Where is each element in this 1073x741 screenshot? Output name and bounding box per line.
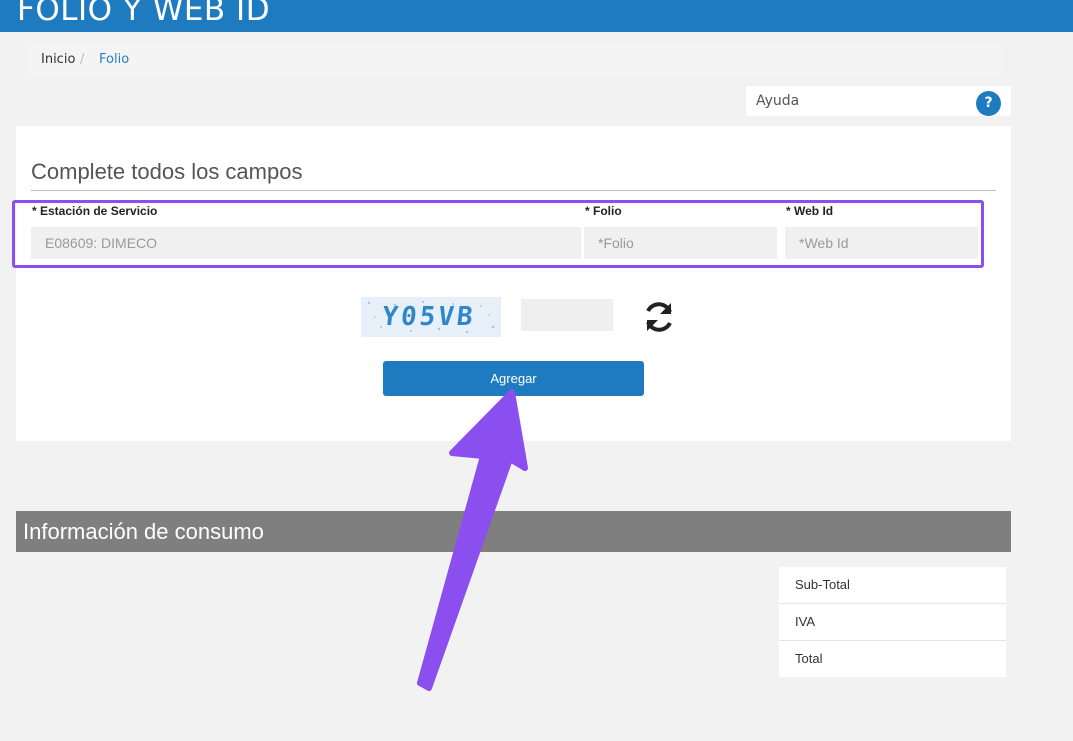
help-box[interactable]: Ayuda ?	[746, 86, 1011, 116]
fields-highlight-box	[12, 200, 984, 268]
breadcrumb: Inicio / Folio	[26, 44, 1001, 76]
form-heading: Complete todos los campos	[31, 159, 303, 184]
heading-divider	[31, 190, 996, 191]
breadcrumb-home-link[interactable]: Inicio	[41, 44, 75, 76]
captcha-text: Y05VB	[381, 302, 477, 332]
total-row: Total	[795, 651, 823, 666]
subtotal-row: Sub-Total	[779, 567, 1006, 604]
help-question-icon[interactable]: ?	[976, 91, 1001, 116]
header-bar: FOLIO Y WEB ID	[0, 0, 1073, 32]
captcha-image: Y05VB	[361, 297, 501, 337]
refresh-icon[interactable]	[640, 298, 678, 336]
pointer-arrow-icon	[417, 389, 528, 691]
help-label: Ayuda	[756, 93, 800, 109]
breadcrumb-separator: /	[80, 52, 85, 67]
page-title: FOLIO Y WEB ID	[17, 0, 271, 28]
consumption-info-title: Información de consumo	[23, 519, 264, 544]
breadcrumb-current[interactable]: Folio	[99, 44, 129, 76]
captcha-input[interactable]	[521, 299, 613, 331]
totals-table: Sub-Total IVA Total	[779, 567, 1006, 677]
iva-row: IVA	[779, 604, 1006, 641]
captcha-noise-graphic: Y05VB	[367, 300, 495, 334]
